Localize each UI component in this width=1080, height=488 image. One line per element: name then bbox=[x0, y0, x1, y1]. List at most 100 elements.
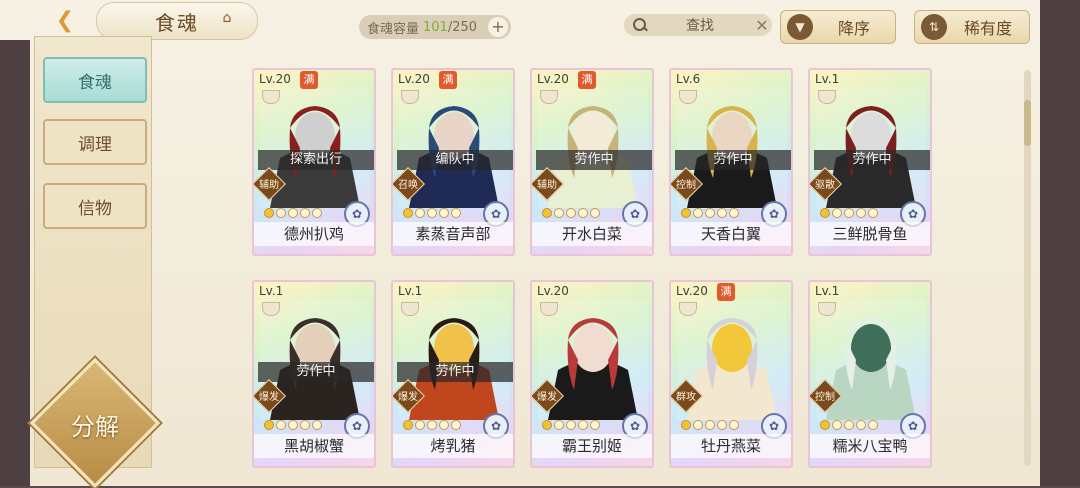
role-label: 爆发 bbox=[537, 392, 557, 403]
star-icon bbox=[276, 208, 286, 218]
tab-soul[interactable]: 食魂 bbox=[43, 57, 147, 103]
role-badge: 爆发 bbox=[254, 379, 286, 413]
character-card[interactable]: Lv.1 劳作中 爆发 ✿ 烤乳猪 bbox=[391, 280, 515, 468]
capacity-max: /250 bbox=[447, 19, 478, 35]
status-banner: 劳作中 bbox=[397, 362, 513, 382]
bowl-icon bbox=[540, 302, 558, 316]
level-label: Lv.1 bbox=[259, 284, 284, 298]
back-arrow-icon: ❮ bbox=[55, 7, 75, 33]
scrollbar-thumb[interactable] bbox=[1024, 100, 1031, 146]
star-icon bbox=[856, 208, 866, 218]
top-bar: ❮ 食魂 ⌂ 食魂容量 101 /250 + 查找 ✕ ▼ 降序 ⇅ 稀有度 bbox=[0, 0, 1080, 50]
level-label: Lv.1 bbox=[815, 284, 840, 298]
star-icon bbox=[578, 208, 588, 218]
role-badge: 辅助 bbox=[254, 167, 286, 201]
max-level-badge: 满 bbox=[439, 71, 457, 89]
close-icon[interactable]: ✕ bbox=[752, 16, 772, 35]
character-card[interactable]: Lv.6 劳作中 控制 ✿ 天香白翼 bbox=[669, 68, 793, 256]
character-card[interactable]: Lv.1 控制 ✿ 糯米八宝鸭 bbox=[808, 280, 932, 468]
character-name: 霸王别姬 bbox=[532, 434, 652, 458]
star-icon bbox=[415, 420, 425, 430]
rarity-sort-label: 稀有度 bbox=[963, 19, 1012, 38]
role-badge: 控制 bbox=[671, 167, 703, 201]
bowl-icon bbox=[679, 302, 697, 316]
right-frame bbox=[1040, 0, 1080, 486]
star-icon bbox=[554, 208, 564, 218]
star-icon bbox=[717, 208, 727, 218]
star-icon bbox=[856, 420, 866, 430]
game-screen: ❮ 食魂 ⌂ 食魂容量 101 /250 + 查找 ✕ ▼ 降序 ⇅ 稀有度 食… bbox=[0, 0, 1080, 488]
role-label: 爆发 bbox=[259, 392, 279, 403]
role-badge: 爆发 bbox=[393, 379, 425, 413]
card-grid: Lv.20 满探索出行 辅助 ✿ 德州扒鸡 Lv.20 满编队中 召唤 ✿ 素蒸音声部 Lv.20 满… bbox=[250, 68, 950, 478]
character-card[interactable]: Lv.20 满群攻 ✿ 牡丹燕菜 bbox=[669, 280, 793, 468]
level-label: Lv.6 bbox=[676, 72, 701, 86]
star-icon bbox=[300, 420, 310, 430]
role-label: 群攻 bbox=[676, 392, 696, 403]
star-icon bbox=[578, 420, 588, 430]
bowl-icon bbox=[262, 302, 280, 316]
star-rating bbox=[542, 208, 600, 220]
character-card[interactable]: Lv.20 爆发 ✿ 霸王别姬 bbox=[530, 280, 654, 468]
character-name: 开水白菜 bbox=[532, 222, 652, 246]
star-icon bbox=[566, 420, 576, 430]
status-banner: 探索出行 bbox=[258, 150, 374, 170]
character-name: 天香白翼 bbox=[671, 222, 791, 246]
chevron-down-icon: ▼ bbox=[787, 14, 813, 40]
bowl-icon bbox=[818, 90, 836, 104]
decompose-label[interactable]: 分解 bbox=[49, 407, 141, 442]
star-icon bbox=[264, 208, 274, 218]
character-card[interactable]: Lv.20 满探索出行 辅助 ✿ 德州扒鸡 bbox=[252, 68, 376, 256]
star-icon bbox=[403, 420, 413, 430]
star-icon bbox=[264, 420, 274, 430]
capacity-indicator: 食魂容量 101 /250 + bbox=[359, 15, 511, 39]
role-badge: 群攻 bbox=[671, 379, 703, 413]
tab-condition[interactable]: 调理 bbox=[43, 119, 147, 165]
star-icon bbox=[693, 420, 703, 430]
level-label: Lv.20 bbox=[676, 284, 708, 298]
level-label: Lv.20 bbox=[537, 72, 569, 86]
level-label: Lv.20 bbox=[537, 284, 569, 298]
role-badge: 驱散 bbox=[810, 167, 842, 201]
search-label: 查找 bbox=[686, 18, 714, 34]
character-name: 德州扒鸡 bbox=[254, 222, 374, 246]
status-banner: 编队中 bbox=[397, 150, 513, 170]
role-label: 驱散 bbox=[815, 180, 835, 191]
star-icon bbox=[820, 420, 830, 430]
star-icon bbox=[300, 208, 310, 218]
bowl-icon bbox=[818, 302, 836, 316]
capacity-add-button[interactable]: + bbox=[488, 17, 508, 37]
character-name: 牡丹燕菜 bbox=[671, 434, 791, 458]
star-rating bbox=[542, 420, 600, 432]
star-icon bbox=[451, 208, 461, 218]
star-icon bbox=[705, 420, 715, 430]
max-level-badge: 满 bbox=[578, 71, 596, 89]
tab-token[interactable]: 信物 bbox=[43, 183, 147, 229]
star-icon bbox=[729, 208, 739, 218]
role-label: 爆发 bbox=[398, 392, 418, 403]
star-icon bbox=[705, 208, 715, 218]
role-badge: 召唤 bbox=[393, 167, 425, 201]
character-card[interactable]: Lv.1 劳作中 爆发 ✿ 黑胡椒蟹 bbox=[252, 280, 376, 468]
star-icon bbox=[439, 208, 449, 218]
role-badge: 爆发 bbox=[532, 379, 564, 413]
sort-order-label: 降序 bbox=[837, 19, 870, 38]
star-icon bbox=[312, 420, 322, 430]
star-rating bbox=[681, 420, 739, 432]
character-card[interactable]: Lv.20 满编队中 召唤 ✿ 素蒸音声部 bbox=[391, 68, 515, 256]
star-icon bbox=[693, 208, 703, 218]
sort-order-button[interactable]: ▼ 降序 bbox=[780, 10, 896, 44]
search-box[interactable]: 查找 ✕ bbox=[624, 14, 772, 36]
scrollbar[interactable] bbox=[1024, 70, 1031, 466]
rarity-sort-button[interactable]: ⇅ 稀有度 bbox=[914, 10, 1030, 44]
level-label: Lv.20 bbox=[259, 72, 291, 86]
character-card[interactable]: Lv.20 满劳作中 辅助 ✿ 开水白菜 bbox=[530, 68, 654, 256]
bowl-icon bbox=[679, 90, 697, 104]
back-button[interactable]: ❮ bbox=[40, 4, 90, 36]
character-card[interactable]: Lv.1 劳作中 驱散 ✿ 三鲜脱骨鱼 bbox=[808, 68, 932, 256]
star-rating bbox=[820, 420, 878, 432]
page-title: 食魂 bbox=[155, 10, 199, 35]
star-icon bbox=[427, 208, 437, 218]
status-banner: 劳作中 bbox=[536, 150, 652, 170]
star-icon bbox=[832, 208, 842, 218]
